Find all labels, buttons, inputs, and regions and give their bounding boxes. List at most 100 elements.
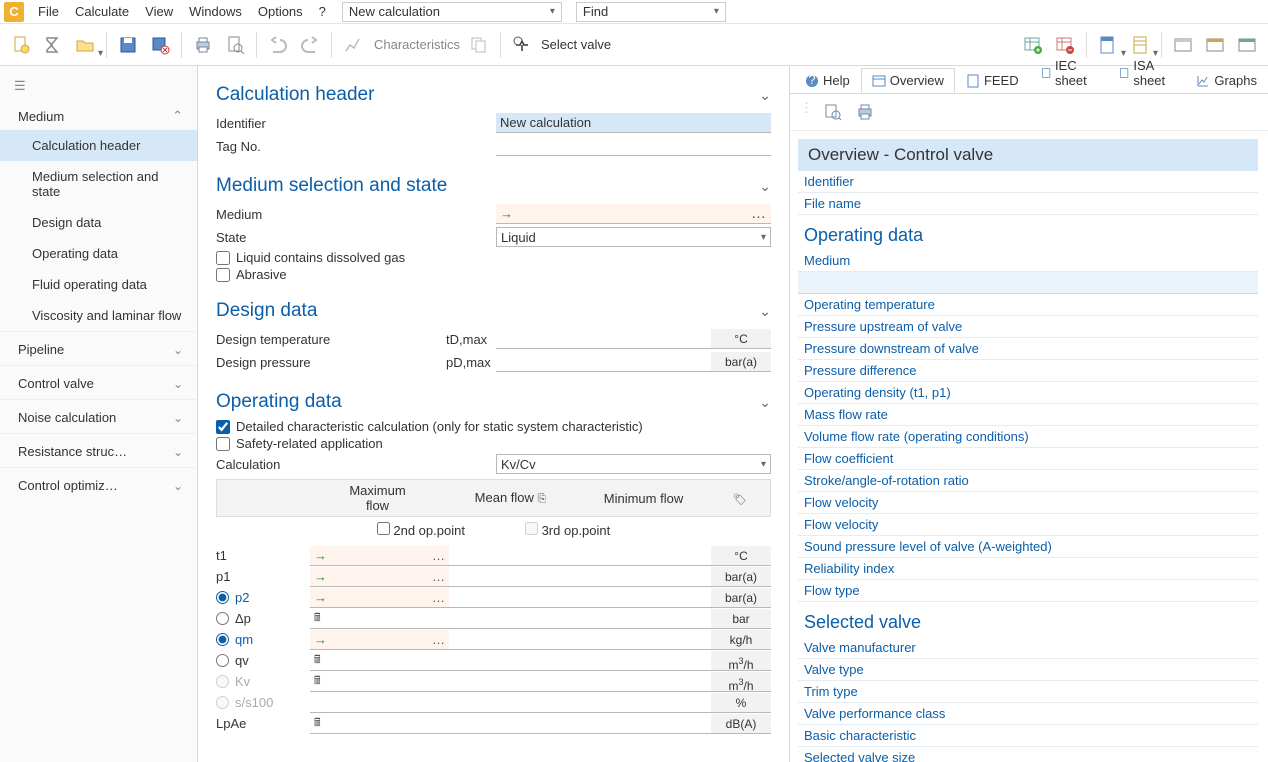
menu-calculate[interactable]: Calculate: [67, 2, 137, 21]
ov-identifier[interactable]: Identifier: [798, 171, 1258, 193]
print-preview-icon[interactable]: [222, 32, 248, 58]
sv-row-3[interactable]: Valve performance class: [798, 703, 1258, 725]
chk-dissolved-gas[interactable]: [216, 251, 230, 265]
sv-row-5[interactable]: Selected valve size: [798, 747, 1258, 762]
copy-icon[interactable]: [466, 32, 492, 58]
nav-item-operating-data[interactable]: Operating data: [0, 238, 197, 269]
nav-section-medium[interactable]: Medium⌃: [0, 100, 197, 130]
cell-p2-min[interactable]: [580, 588, 711, 608]
nav-group-noise[interactable]: Noise calculation⌄: [0, 399, 197, 433]
section-calc-header[interactable]: Calculation header⌄: [216, 84, 771, 106]
cell-qm-max[interactable]: →…: [310, 630, 449, 650]
menu-view[interactable]: View: [137, 2, 181, 21]
unit-p2[interactable]: bar(a): [711, 588, 771, 608]
cell-LpAe-mean[interactable]: [449, 714, 580, 734]
ov-row-9[interactable]: Flow coefficient: [798, 448, 1258, 470]
nav-item-medium-selection[interactable]: Medium selection and state: [0, 161, 197, 207]
tagno-input[interactable]: [496, 136, 771, 156]
ov-row-0[interactable]: Medium: [798, 250, 1258, 272]
tab-feed[interactable]: FEED: [955, 68, 1030, 93]
unit-s/s100[interactable]: %: [711, 693, 771, 713]
cell-p2-max[interactable]: →…: [310, 588, 449, 608]
section-operating-data[interactable]: Operating data⌄: [216, 391, 771, 413]
newcalc-combo[interactable]: New calculation▾: [342, 2, 562, 22]
ov-row-14[interactable]: Reliability index: [798, 558, 1258, 580]
section-design-data[interactable]: Design data⌄: [216, 300, 771, 322]
characteristics-icon[interactable]: [340, 32, 366, 58]
sigma-icon[interactable]: [40, 32, 66, 58]
unit-design-temp[interactable]: °C: [711, 329, 771, 349]
sv-row-0[interactable]: Valve manufacturer: [798, 637, 1258, 659]
nav-item-viscosity[interactable]: Viscosity and laminar flow: [0, 300, 197, 331]
save-cancel-icon[interactable]: [147, 32, 173, 58]
ov-row-12[interactable]: Flow velocity: [798, 514, 1258, 536]
cell-qv-min[interactable]: [580, 651, 711, 671]
select-valve-icon[interactable]: [509, 32, 535, 58]
radio-p2[interactable]: [216, 591, 229, 604]
cell-t1-min[interactable]: [580, 546, 711, 566]
table-add-icon[interactable]: [1020, 32, 1046, 58]
ov-row-15[interactable]: Flow type: [798, 580, 1258, 602]
report-icon[interactable]: ▾: [1095, 32, 1121, 58]
cell-LpAe-max[interactable]: 🖩: [310, 714, 449, 734]
sv-row-1[interactable]: Valve type: [798, 659, 1258, 681]
identifier-input[interactable]: New calculation: [496, 113, 771, 133]
cell-Kv-min[interactable]: [580, 672, 711, 692]
cell-s/s100-max[interactable]: [310, 693, 444, 713]
cell-Kv-mean[interactable]: [449, 672, 580, 692]
find-combo[interactable]: Find▾: [576, 2, 726, 22]
ov-row-7[interactable]: Mass flow rate: [798, 404, 1258, 426]
calculation-combo[interactable]: Kv/Cv▾: [496, 454, 771, 474]
unit-qm[interactable]: kg/h: [711, 630, 771, 650]
nav-group-control-opt[interactable]: Control optimiz…⌄: [0, 467, 197, 501]
tag-icon[interactable]: 🏷: [733, 494, 747, 506]
unit-p1[interactable]: bar(a): [711, 567, 771, 587]
menu-file[interactable]: File: [30, 2, 67, 21]
radio-qm[interactable]: [216, 633, 229, 646]
cell-Kv-max[interactable]: 🖩: [310, 672, 449, 692]
cell-s/s100-mean[interactable]: [444, 693, 578, 713]
redo-icon[interactable]: [297, 32, 323, 58]
unit-t1[interactable]: °C: [711, 546, 771, 566]
ellipsis-icon[interactable]: …: [432, 590, 445, 605]
menu-help[interactable]: ?: [311, 2, 334, 21]
ov-filename[interactable]: File name: [798, 193, 1258, 215]
nav-item-design-data[interactable]: Design data: [0, 207, 197, 238]
sv-row-4[interactable]: Basic characteristic: [798, 725, 1258, 747]
copy-small-icon[interactable]: ⎘: [538, 493, 547, 505]
nav-group-control-valve[interactable]: Control valve⌄: [0, 365, 197, 399]
nav-group-pipeline[interactable]: Pipeline⌄: [0, 331, 197, 365]
unit-Δp[interactable]: bar: [711, 609, 771, 629]
unit-design-press[interactable]: bar(a): [711, 352, 771, 372]
cell-LpAe-min[interactable]: [580, 714, 711, 734]
cell-t1-mean[interactable]: [449, 546, 580, 566]
nav-group-resistance[interactable]: Resistance struc…⌄: [0, 433, 197, 467]
cell-qm-mean[interactable]: [449, 630, 580, 650]
chk-safety[interactable]: [216, 437, 230, 451]
sv-row-2[interactable]: Trim type: [798, 681, 1258, 703]
state-combo[interactable]: Liquid▾: [496, 227, 771, 247]
design-press-input[interactable]: [496, 352, 711, 372]
cell-p1-min[interactable]: [580, 567, 711, 587]
chk-2nd-op[interactable]: [377, 522, 390, 535]
window2-icon[interactable]: [1202, 32, 1228, 58]
undo-icon[interactable]: [265, 32, 291, 58]
ov-row-4[interactable]: Pressure downstream of valve: [798, 338, 1258, 360]
open-icon[interactable]: ▾: [72, 32, 98, 58]
ov-row-13[interactable]: Sound pressure level of valve (A-weighte…: [798, 536, 1258, 558]
ov-row-11[interactable]: Flow velocity: [798, 492, 1258, 514]
cell-p1-max[interactable]: →…: [310, 567, 449, 587]
hamburger-icon[interactable]: ☰: [0, 72, 197, 100]
section-medium-sel[interactable]: Medium selection and state⌄: [216, 175, 771, 197]
window1-icon[interactable]: [1170, 32, 1196, 58]
print-right-icon[interactable]: [853, 100, 877, 124]
print-icon[interactable]: [190, 32, 216, 58]
cell-t1-max[interactable]: →…: [310, 546, 449, 566]
unit-Kv[interactable]: m3/h: [711, 672, 771, 692]
unit-qv[interactable]: m3/h: [711, 651, 771, 671]
nav-item-fluid-op[interactable]: Fluid operating data: [0, 269, 197, 300]
ellipsis-icon[interactable]: …: [432, 569, 445, 584]
tab-graphs[interactable]: Graphs: [1185, 68, 1268, 93]
sheet-icon[interactable]: ▾: [1127, 32, 1153, 58]
cell-Δp-min[interactable]: [580, 609, 711, 629]
